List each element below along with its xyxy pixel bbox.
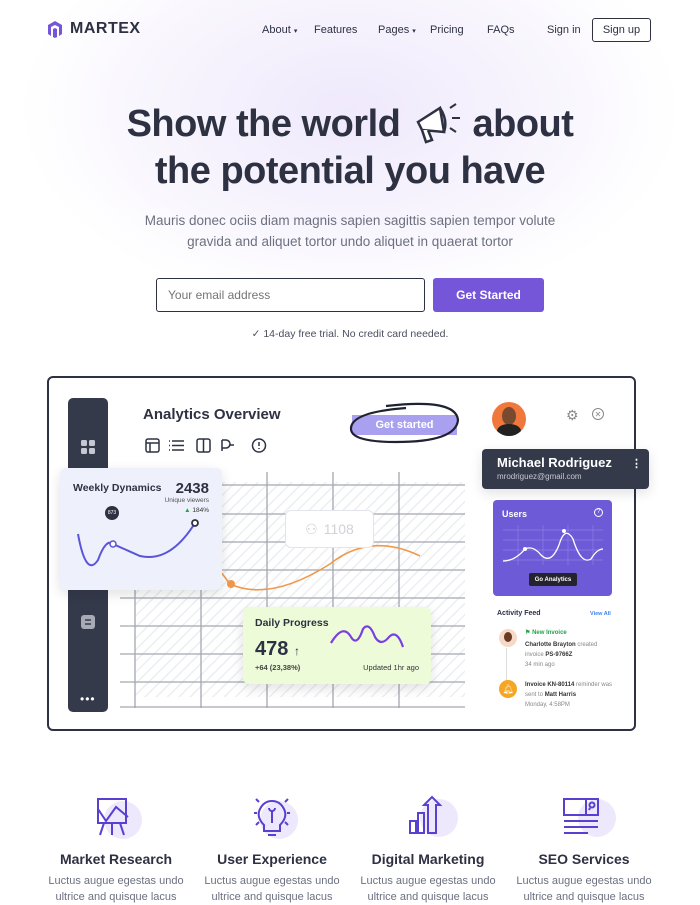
dashboard-preview: ••• Analytics Overview Get started ⚇ 1108… [47, 376, 649, 731]
daily-updated: Updated 1hr ago [363, 663, 419, 672]
daily-progress-card: Daily Progress 478 ↑ +64 (23,38%) Update… [243, 607, 431, 684]
close-icon[interactable]: ✕ [592, 408, 604, 420]
email-input[interactable] [156, 278, 425, 312]
signin-link[interactable]: Sign in [547, 24, 581, 36]
arrow-up-icon: ↑ [293, 644, 300, 658]
get-started-button[interactable]: Get Started [433, 278, 544, 312]
avatar[interactable] [492, 402, 526, 436]
flag-icon: ⚑ [525, 630, 531, 636]
feed-avatar [499, 629, 517, 647]
list-icon[interactable] [169, 440, 184, 451]
dashboard-title: Analytics Overview [143, 406, 281, 423]
nav-features[interactable]: Features [314, 24, 357, 36]
bell-icon: 🔔︎ [499, 680, 517, 698]
nav-faqs[interactable]: FAQs [487, 24, 515, 36]
check-icon: ✓ [251, 328, 261, 340]
feed-item-2: Invoice KN-80114 reminder was sent to Ma… [525, 682, 613, 708]
hero-subtitle: Mauris donec ociis diam magnis sapien sa… [144, 213, 556, 249]
brand-name: MARTEX [70, 20, 141, 37]
alert-icon[interactable] [251, 438, 267, 453]
weekly-line [77, 519, 199, 567]
settings-icon[interactable]: ⚙ [566, 407, 579, 424]
daily-value: 478 ↑ [255, 638, 300, 660]
table-icon[interactable] [145, 438, 160, 453]
help-icon[interactable]: ? [594, 508, 603, 517]
feed-item-1-tag: ⚑ New Invoice [525, 630, 567, 636]
profile-card: Michael Rodriguez mrodriguez@gmail.com ⋮ [482, 449, 649, 489]
dashboard-icon[interactable] [81, 440, 95, 454]
more-icon[interactable]: ••• [80, 692, 96, 706]
presentation-chart-icon [97, 798, 129, 836]
kebab-menu-icon[interactable]: ⋮ [631, 457, 642, 470]
growth-chart-icon [409, 795, 443, 834]
nav-about[interactable]: About ▾ [262, 24, 297, 36]
weekly-title: Weekly Dynamics [73, 482, 162, 494]
logo[interactable]: MARTEX [46, 20, 141, 38]
go-analytics-button[interactable]: Go Analytics [529, 573, 577, 586]
daily-title: Daily Progress [255, 617, 329, 629]
daily-line [330, 625, 405, 648]
lightbulb-icon [254, 798, 290, 836]
profile-name: Michael Rodriguez [497, 455, 612, 470]
trial-note: ✓ 14-day free trial. No credit card need… [251, 328, 449, 340]
hero-title-line1: Show the world about [0, 100, 700, 146]
sliders-icon[interactable] [81, 615, 95, 629]
columns-icon[interactable] [196, 438, 211, 453]
logo-icon [48, 21, 62, 38]
users-icon: ⚇ [305, 520, 318, 537]
plug-icon[interactable] [221, 439, 234, 451]
signup-button[interactable]: Sign up [592, 18, 651, 42]
ghost-stat-card: ⚇ 1108 [285, 510, 374, 548]
seo-page-icon [563, 798, 599, 834]
users-card: Users ? Go Analytics [493, 500, 612, 596]
feature-digital-marketing: Digital Marketing Luctus augue egestas un… [350, 795, 506, 905]
daily-change: +64 (23,38%) [255, 663, 301, 672]
feature-user-experience: User Experience Luctus augue egestas undo… [194, 795, 350, 905]
feature-seo-services: SEO Services Luctus augue egestas undo ult… [506, 795, 662, 905]
nav-pages[interactable]: Pages ▾ [378, 24, 416, 36]
users-line [503, 525, 603, 565]
users-title: Users [502, 509, 528, 519]
feed-item-1: Charlotte Brayton created invoice PS-976… [525, 642, 598, 668]
weekly-label: Unique viewers [164, 497, 209, 504]
scribble-circle [349, 402, 460, 444]
weekly-value: 2438 [175, 480, 209, 497]
profile-email: mrodriguez@gmail.com [497, 472, 582, 481]
hero-title-line2: the potential you have [154, 150, 546, 192]
weekly-dynamics-card: Weekly Dynamics 2438 Unique viewers ▲ 18… [60, 468, 222, 590]
megaphone-icon [416, 103, 461, 144]
dashboard-toolbar [145, 438, 267, 453]
nav-pricing[interactable]: Pricing [430, 24, 464, 36]
feature-market-research: Market Research Luctus augue egestas undo… [38, 795, 194, 905]
view-all-link[interactable]: View All [590, 611, 611, 617]
activity-feed-title: Activity Feed [497, 610, 541, 617]
